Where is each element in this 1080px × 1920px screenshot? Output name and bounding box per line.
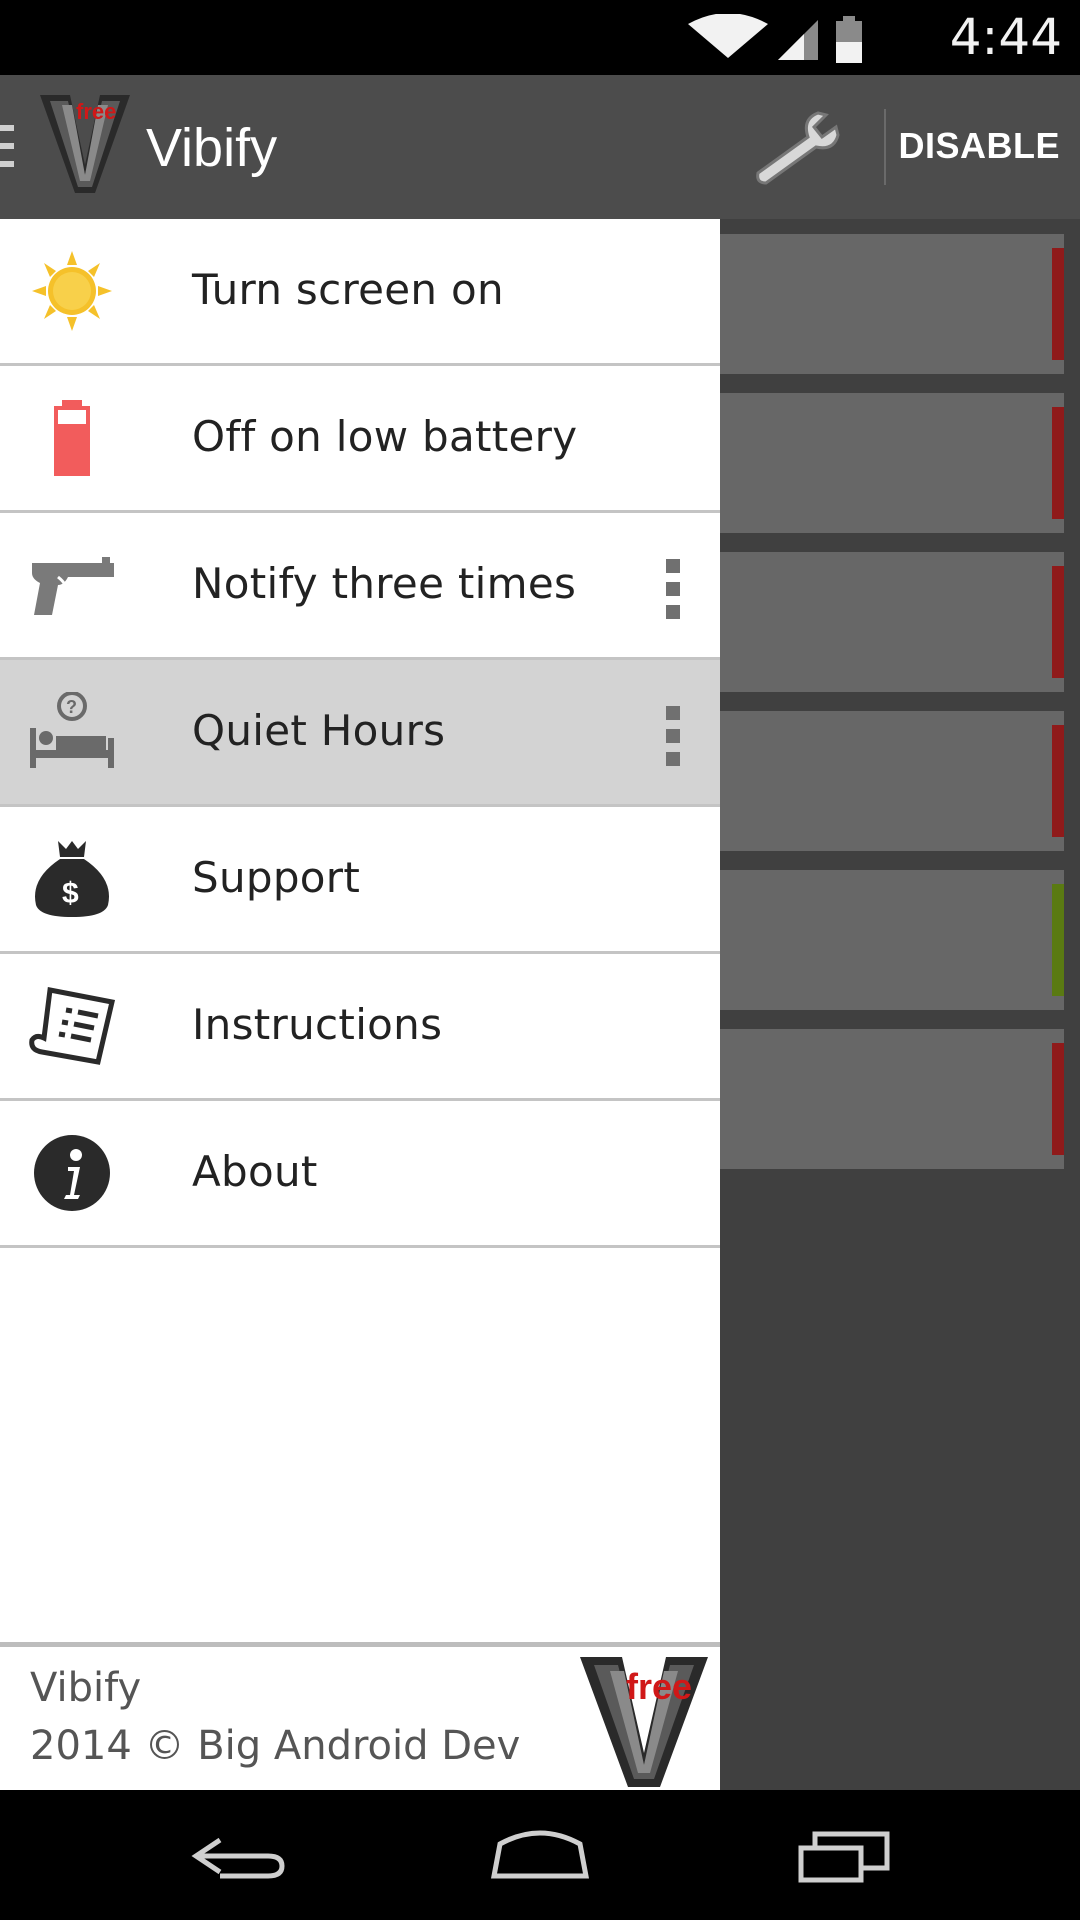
hamburger-icon[interactable] [0,125,14,169]
disable-button[interactable]: DISABLE [898,125,1060,167]
list-item[interactable] [720,393,1064,533]
wifi-icon [688,14,768,58]
app-logo-icon: free [580,1657,708,1787]
menu-item-turn-screen-on[interactable]: Turn screen on [0,219,720,366]
action-bar: free Vibify DISABLE [0,75,1080,219]
footer-copyright: 2014 © Big Android Dev [30,1723,521,1769]
scroll-icon [29,987,116,1065]
list-item[interactable] [720,711,1064,851]
list-item[interactable] [720,234,1064,374]
cell-signal-icon [778,20,818,60]
menu-item-notify-three-times[interactable]: Notify three times [0,513,720,660]
bed-icon: ? [30,692,114,768]
status-accent [1052,884,1064,996]
menu-item-label: About [192,1147,318,1196]
list-item[interactable] [720,1029,1064,1169]
menu-item-quiet-hours[interactable]: ? Quiet Hours [0,660,720,807]
app-logo-icon[interactable]: free [40,95,130,193]
footer-app-name: Vibify [30,1665,142,1711]
status-bar: 4:44 [0,0,1080,75]
menu-item-label: Off on low battery [192,412,578,461]
svg-text:$: $ [62,877,79,910]
info-icon [34,1135,110,1211]
status-time: 4:44 [949,8,1062,66]
menu-item-label: Turn screen on [192,265,504,314]
menu-item-support[interactable]: $ Support [0,807,720,954]
overflow-menu-icon[interactable] [666,706,680,766]
svg-text:?: ? [66,697,77,717]
menu-item-label: Notify three times [192,559,577,608]
drawer-footer: Vibify 2014 © Big Android Dev free [0,1642,720,1795]
back-icon[interactable] [190,1826,290,1886]
status-accent [1052,725,1064,837]
status-accent [1052,407,1064,519]
svg-text:free: free [76,99,116,124]
sun-icon [32,251,112,331]
menu-item-off-on-low-battery[interactable]: Off on low battery [0,366,720,513]
status-accent [1052,566,1064,678]
menu-item-about[interactable]: About [0,1101,720,1248]
money-bag-icon: $ [35,841,109,917]
status-accent [1052,248,1064,360]
menu-item-label: Quiet Hours [192,706,446,755]
menu-item-instructions[interactable]: Instructions [0,954,720,1101]
menu-item-label: Instructions [192,1000,443,1049]
overflow-menu-icon[interactable] [666,559,680,619]
navigation-drawer: Turn screen on Off on low battery Notify… [0,219,720,1795]
home-icon[interactable] [490,1826,590,1886]
low-battery-icon [54,400,90,476]
recents-icon[interactable] [795,1826,895,1886]
status-icons [688,14,862,63]
wrench-icon[interactable] [752,109,852,185]
list-item[interactable] [720,552,1064,692]
list-item[interactable] [720,870,1064,1010]
menu-item-label: Support [192,853,361,902]
svg-text:free: free [626,1666,692,1707]
gun-icon [32,557,114,615]
battery-icon [836,16,862,63]
action-bar-divider [884,109,886,185]
app-title: Vibify [146,118,278,178]
status-accent [1052,1043,1064,1155]
system-nav-bar [0,1790,1080,1920]
